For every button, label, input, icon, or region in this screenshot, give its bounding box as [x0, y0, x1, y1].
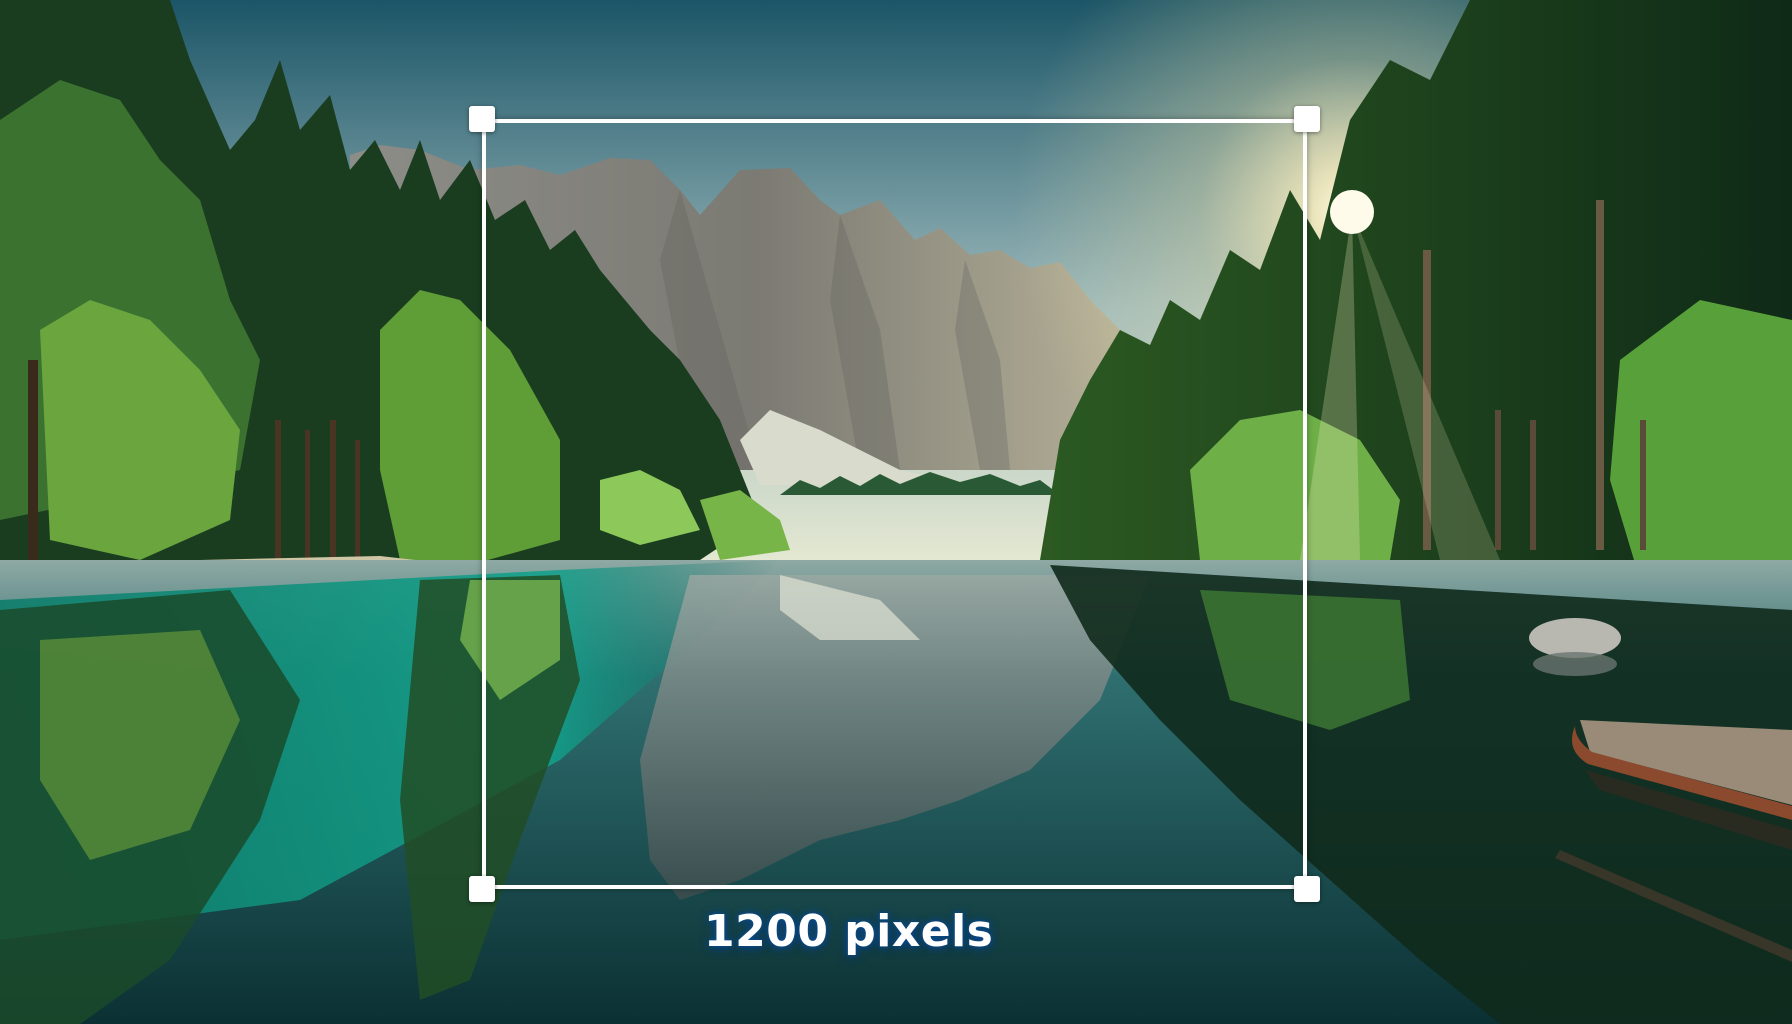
crop-dimension-label: 1200 pixels [704, 906, 994, 957]
crop-handle-bottom-right[interactable] [1294, 876, 1320, 902]
image-editor-canvas: 1200 pixels [0, 0, 1792, 1024]
crop-handle-top-right[interactable] [1294, 106, 1320, 132]
crop-handle-bottom-left[interactable] [469, 876, 495, 902]
crop-handle-top-left[interactable] [469, 106, 495, 132]
crop-selection-frame[interactable] [482, 119, 1307, 889]
